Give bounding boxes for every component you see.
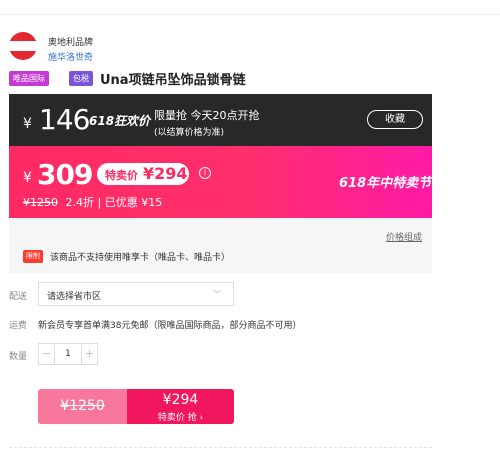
buy-original-price: ¥1250 <box>60 398 105 414</box>
quantity-value[interactable]: 1 <box>55 344 81 364</box>
presale-flag: 618狂欢价 <box>89 114 151 128</box>
presale-currency: ¥ <box>23 116 32 132</box>
sale-price-band: ¥ 309 特卖价 ¥294 i ¥1250 2.4折 | 已优惠 ¥15 61… <box>9 146 432 218</box>
special-price-label: 特卖价 <box>105 169 138 182</box>
special-price-pill: 特卖价 ¥294 <box>97 163 189 185</box>
sale-price: 309 <box>37 158 93 191</box>
austria-flag-icon <box>9 32 37 60</box>
tag-intl: 唯品国际 <box>9 71 49 86</box>
special-price-value: ¥294 <box>143 164 188 183</box>
brand-origin: 奥地利品牌 <box>48 38 94 48</box>
saving-amount: | 已优惠 ¥15 <box>97 196 163 209</box>
bottom-divider <box>9 447 432 448</box>
buy-now-button[interactable]: ¥294 特卖价 抢 › <box>127 389 234 424</box>
presale-message: 限量抢 今天20点开抢 <box>154 109 260 122</box>
notice-card: 价格组成 限制 该商品不支持使用唯享卡（唯品卡、唯品卡） <box>9 218 432 273</box>
tag-tax-included: 包税 <box>69 71 93 86</box>
plus-button[interactable]: + <box>81 344 97 364</box>
quantity-stepper: − 1 + <box>38 343 98 365</box>
quantity-label: 数量 <box>9 352 28 362</box>
top-divider <box>0 14 500 15</box>
buy-label: 特卖价 抢 › <box>157 413 204 423</box>
price-summary-line: ¥1250 2.4折 | 已优惠 ¥15 <box>23 194 162 210</box>
region-select-value: 请选择省市区 <box>47 292 102 302</box>
product-title: Una项链吊坠饰品锁骨链 <box>100 73 246 88</box>
chevron-down-icon: ﹀ <box>213 290 221 299</box>
brand-shop-link[interactable]: 施华洛世奇 <box>48 50 93 63</box>
discount-rate: 2.4折 <box>65 196 95 209</box>
presale-price: 146 <box>39 103 90 136</box>
minus-button[interactable]: − <box>39 344 55 364</box>
favorite-button[interactable]: 收藏 <box>367 110 423 129</box>
limit-badge: 限制 <box>23 250 43 263</box>
region-select[interactable]: 请选择省市区 ﹀ <box>38 282 234 306</box>
shipping-text: 新会员专享首单满38元免邮（限唯品国际商品，部分商品不可用） <box>38 321 302 331</box>
price-breakdown-link[interactable]: 价格组成 <box>386 230 422 243</box>
event-name: 618年中特卖节 <box>339 176 432 191</box>
presale-note: (以结算价格为准) <box>154 128 225 138</box>
shipping-label: 运费 <box>9 321 28 331</box>
delivery-label: 配送 <box>9 292 28 302</box>
card-limit-note: 该商品不支持使用唯享卡（唯品卡、唯品卡） <box>50 253 231 263</box>
info-icon[interactable]: i <box>199 167 211 179</box>
sale-currency: ¥ <box>23 170 32 186</box>
buy-price: ¥294 <box>162 392 199 408</box>
original-price: ¥1250 <box>23 196 58 209</box>
presale-bar: ¥ 146 618狂欢价 限量抢 今天20点开抢 (以结算价格为准) 收藏 <box>9 94 432 146</box>
original-price-button[interactable]: ¥1250 <box>38 389 127 424</box>
